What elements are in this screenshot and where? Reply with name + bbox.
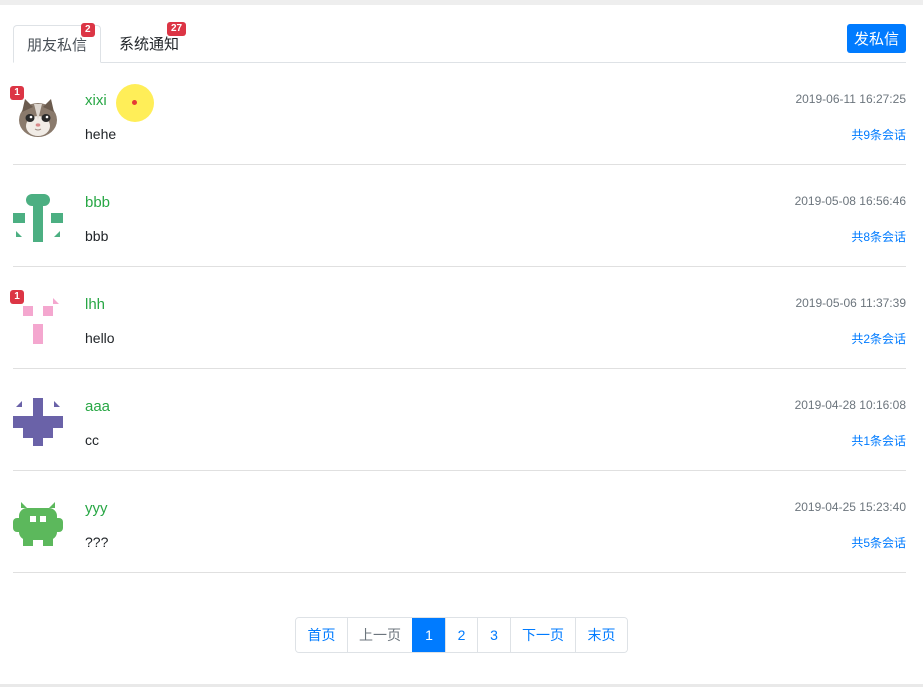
username[interactable]: lhh [85, 296, 105, 313]
tab-system-notices[interactable]: 系统通知 27 [111, 22, 187, 61]
avatar[interactable] [13, 194, 63, 244]
unread-badge: 2 [81, 23, 95, 37]
conversation-count-link[interactable]: 共5条会话 [851, 534, 906, 551]
unread-badge: 27 [167, 22, 187, 36]
timestamp: 2019-05-06 11:37:39 [795, 296, 906, 310]
tab-friend-messages[interactable]: 朋友私信 2 [13, 23, 101, 63]
timestamp: 2019-04-25 15:23:40 [794, 500, 906, 514]
message-preview: ??? [85, 534, 109, 550]
conversation-count-link[interactable]: 共9条会话 [851, 126, 906, 143]
page-2-link[interactable]: 2 [445, 618, 477, 652]
message-item[interactable]: yyy ??? 2019-04-25 15:23:40 共5条会话 [13, 470, 906, 573]
unread-badge: 1 [10, 290, 24, 304]
message-tabs: 朋友私信 2 系统通知 27 [13, 22, 906, 63]
message-item[interactable]: 1 lhh hello 2019-05-06 11:37:39 共2条会话 [10, 266, 906, 369]
first-page-link[interactable]: 首页 [296, 618, 347, 652]
cursor-pointer [132, 100, 137, 105]
message-preview: hehe [85, 126, 117, 142]
identicon-icon [13, 502, 63, 546]
conversation-count-link[interactable]: 共2条会话 [851, 330, 906, 347]
message-preview: hello [85, 330, 115, 346]
avatar[interactable] [13, 500, 63, 550]
avatar[interactable] [13, 398, 63, 448]
last-page-link[interactable]: 末页 [575, 618, 627, 652]
message-preview: cc [85, 432, 99, 448]
next-page-link[interactable]: 下一页 [510, 618, 575, 652]
page-3-link[interactable]: 3 [477, 618, 510, 652]
timestamp: 2019-05-08 16:56:46 [794, 194, 906, 208]
username[interactable]: xixi [85, 92, 107, 109]
conversation-count-link[interactable]: 共1条会话 [851, 432, 906, 449]
unread-badge: 1 [10, 86, 24, 100]
send-message-button[interactable]: 发私信 [847, 24, 906, 53]
identicon-icon [13, 398, 63, 446]
message-item[interactable]: aaa cc 2019-04-28 10:16:08 共1条会话 [13, 368, 906, 471]
identicon-icon [13, 194, 63, 242]
timestamp: 2019-04-28 10:16:08 [794, 398, 906, 412]
message-preview: bbb [85, 228, 109, 244]
pagination: 首页 上一页 1 2 3 下一页 末页 [295, 617, 628, 653]
username[interactable]: bbb [85, 194, 110, 211]
conversation-count-link[interactable]: 共8条会话 [851, 228, 906, 245]
prev-page-link[interactable]: 上一页 [347, 618, 412, 652]
page-1-link[interactable]: 1 [412, 618, 445, 652]
tab-label: 朋友私信 [26, 36, 87, 54]
top-border [0, 0, 923, 5]
username[interactable]: aaa [85, 398, 110, 415]
message-item[interactable]: bbb bbb 2019-05-08 16:56:46 共8条会话 [13, 164, 906, 267]
username[interactable]: yyy [85, 500, 108, 517]
timestamp: 2019-06-11 16:27:25 [795, 92, 906, 106]
